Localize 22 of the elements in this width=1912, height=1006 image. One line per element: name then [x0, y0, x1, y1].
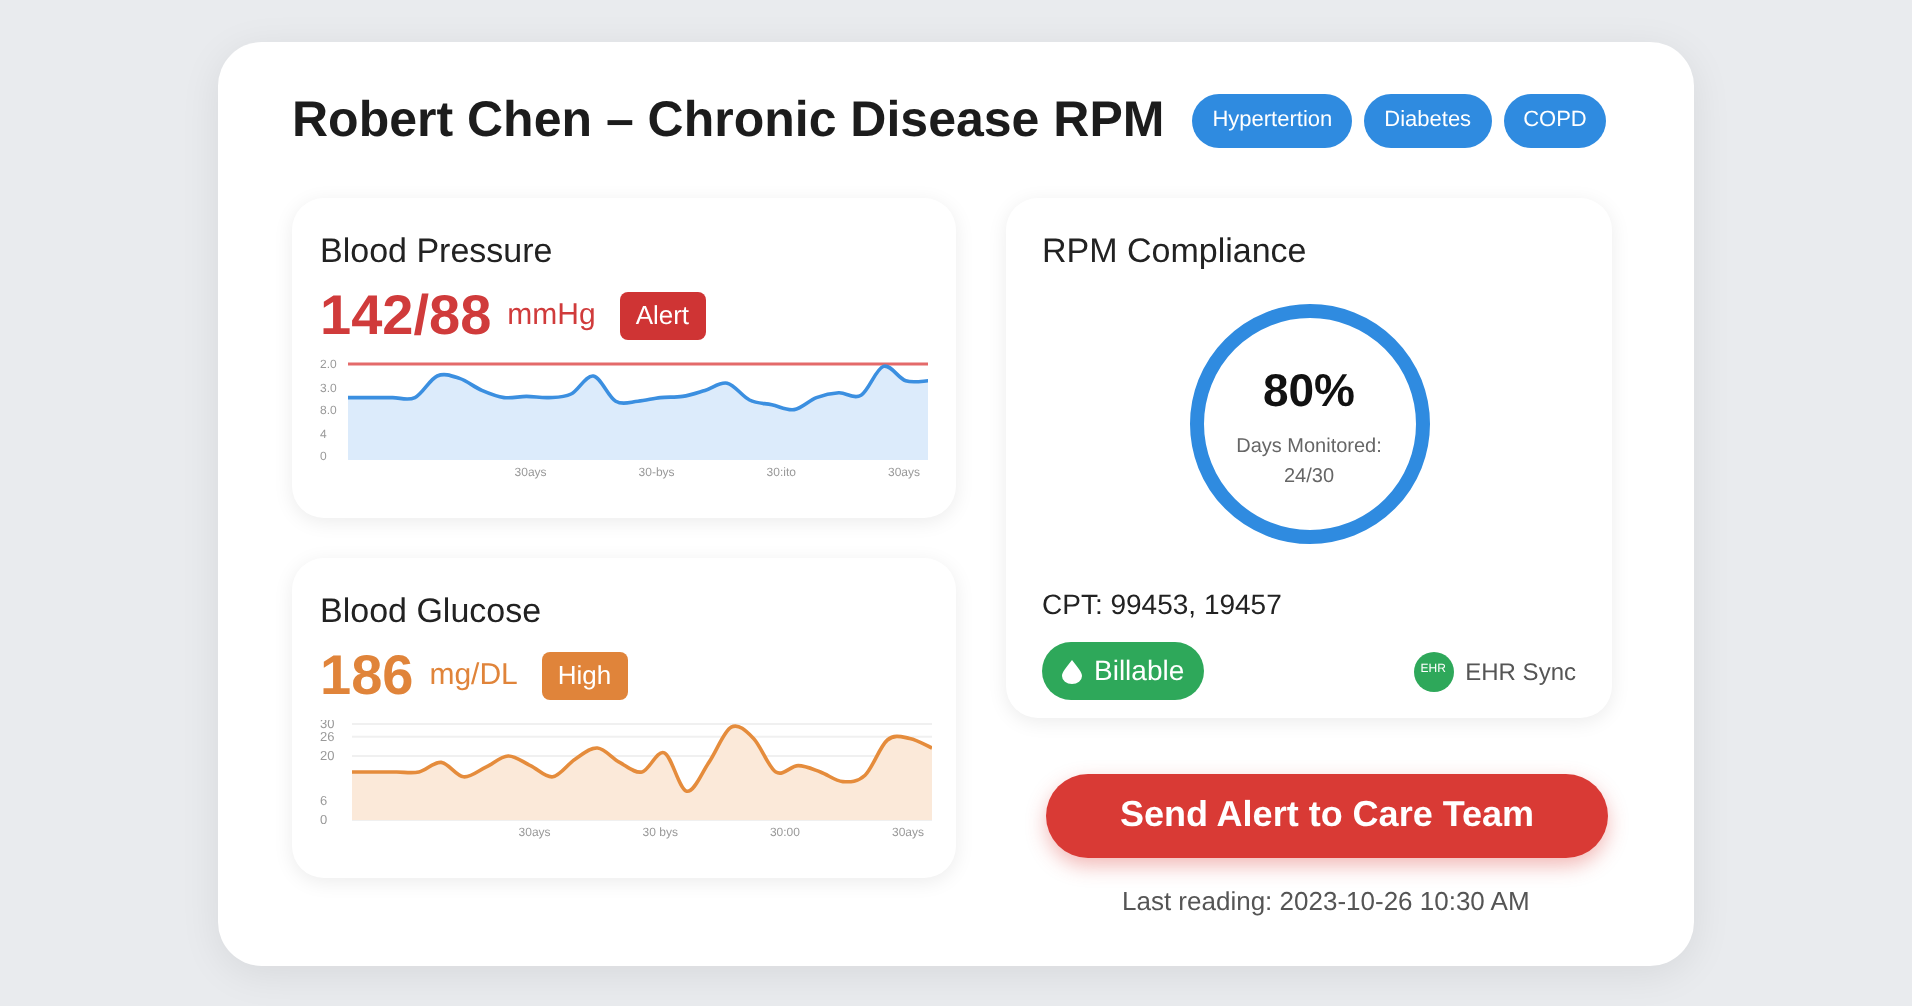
days-count: 24/30 [1283, 464, 1335, 493]
reading-unit: mmHg [507, 295, 596, 336]
last-reading-text: Last reading: 2023-10-26 10:30 AM [1122, 883, 1532, 920]
compliance-percent: 80% [1262, 361, 1356, 420]
drop-icon [1062, 659, 1082, 683]
status-badge: High [541, 652, 628, 700]
billable-badge: Billable [1042, 642, 1205, 700]
condition-tag: COPD [1503, 94, 1607, 148]
send-alert-button[interactable]: Send Alert to Care Team [1046, 773, 1608, 857]
reading-value: 142/88 [320, 288, 492, 344]
card-title: RPM Compliance [1042, 229, 1309, 273]
card-title: Blood Pressure [320, 229, 555, 273]
ehr-sync-label: EHR Sync [1465, 655, 1576, 689]
condition-tag: Hypertertion [1192, 94, 1353, 148]
status-badge: Alert [619, 292, 706, 340]
days-caption: Days Monitored: [1236, 434, 1382, 463]
page-title: Robert Chen – Chronic Disease RPM [292, 89, 1165, 152]
reading-value: 186 [320, 648, 414, 704]
cpt-codes: CPT: 99453, 19457 [1042, 586, 1284, 624]
condition-tag: Diabetes [1364, 94, 1492, 148]
card-title: Blood Glucose [320, 589, 544, 633]
reading-unit: mg/DL [429, 655, 518, 696]
